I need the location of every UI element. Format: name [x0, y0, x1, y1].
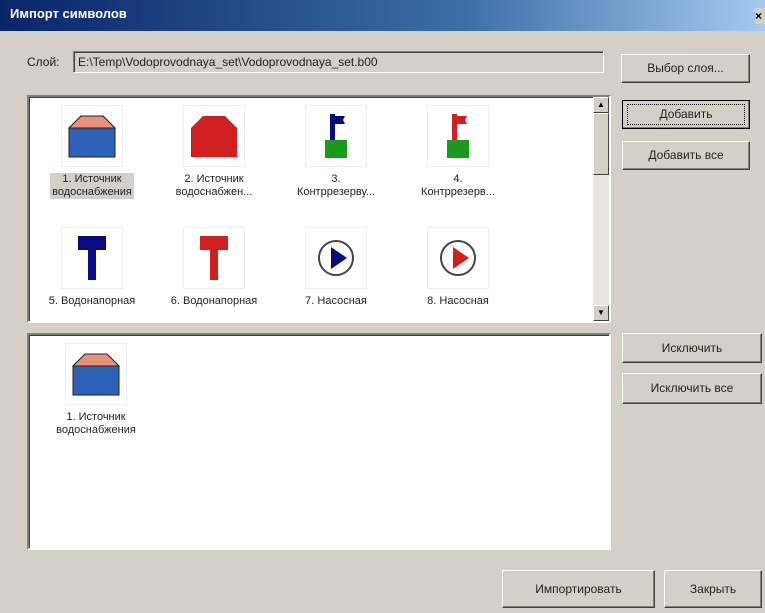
available-symbol-item-caption: 2. Источник водоснабжен... — [175, 173, 253, 198]
add-button[interactable]: Добавить — [622, 100, 750, 129]
layer-path-field: E:\Temp\Vodoprovodnaya_set\Vodoprovodnay… — [73, 51, 604, 73]
available-symbols-list[interactable]: 1. Источник водоснабжения 2. Источник вод… — [27, 95, 611, 323]
scroll-thumb[interactable] — [593, 113, 609, 175]
scroll-down-button[interactable]: ▼ — [593, 305, 609, 321]
available-symbol-item-caption: 8. Насосная — [427, 295, 489, 307]
available-symbol-item-caption: 5. Водонапорная — [48, 295, 136, 307]
layer-label: Слой: — [27, 55, 60, 69]
water-source-red-icon — [183, 105, 245, 167]
available-symbol-item[interactable]: 1. Источник водоснабжения — [31, 105, 153, 199]
water-tower-red-icon — [183, 227, 245, 289]
available-symbol-item-caption: 4. Контррезерв... — [421, 173, 495, 198]
scroll-up-button[interactable]: ▲ — [593, 97, 609, 113]
counter-reservoir-red-icon — [427, 105, 489, 167]
selected-symbol-item[interactable]: 1. Источник водоснабжения — [35, 343, 157, 437]
water-source-blue-icon — [61, 105, 123, 167]
pump-station-red-icon — [427, 227, 489, 289]
add-all-button-label: Добавить все — [648, 148, 724, 162]
import-button-label: Импортировать — [535, 582, 622, 596]
pump-station-blue-icon — [305, 227, 367, 289]
available-symbol-item[interactable]: 6. Водонапорная — [153, 227, 275, 308]
close-button[interactable]: Закрыть — [664, 570, 762, 608]
close-button-label: Закрыть — [689, 582, 737, 596]
available-symbol-item-caption: 3. Контррезерву... — [296, 173, 376, 198]
title-bar: Импорт символов × — [0, 0, 765, 31]
available-symbol-item-caption: 1. Источник водоснабжения — [50, 173, 134, 199]
water-tower-blue-icon — [61, 227, 123, 289]
window-title: Импорт символов — [10, 6, 127, 21]
exclude-all-button-label: Исключить все — [650, 381, 734, 395]
exclude-all-button[interactable]: Исключить все — [622, 373, 762, 404]
available-symbol-item[interactable]: 8. Насосная — [397, 227, 519, 308]
available-symbol-item[interactable]: 5. Водонапорная — [31, 227, 153, 308]
close-icon[interactable]: × — [755, 8, 765, 24]
available-symbol-item-caption: 7. Насосная — [305, 295, 367, 307]
add-all-button[interactable]: Добавить все — [622, 141, 750, 170]
choose-layer-button[interactable]: Выбор слоя... — [621, 54, 750, 83]
exclude-button-label: Исключить — [661, 341, 723, 355]
available-symbol-item[interactable]: 3. Контррезерву... — [275, 105, 397, 199]
available-symbol-item-caption: 6. Водонапорная — [170, 295, 258, 307]
available-symbol-item[interactable]: 2. Источник водоснабжен... — [153, 105, 275, 199]
available-symbol-item[interactable]: 4. Контррезерв... — [397, 105, 519, 199]
selected-symbol-item-caption: 1. Источник водоснабжения — [56, 411, 136, 436]
add-button-label: Добавить — [659, 107, 713, 121]
choose-layer-button-label: Выбор слоя... — [647, 61, 724, 75]
import-button[interactable]: Импортировать — [502, 570, 655, 608]
exclude-button[interactable]: Исключить — [622, 333, 762, 363]
available-symbol-item[interactable]: 7. Насосная — [275, 227, 397, 308]
selected-symbols-list[interactable]: 1. Источник водоснабжения — [27, 333, 611, 550]
water-source-blue-icon — [65, 343, 127, 405]
counter-reservoir-blue-icon — [305, 105, 367, 167]
available-scrollbar[interactable]: ▲ ▼ — [593, 97, 609, 321]
